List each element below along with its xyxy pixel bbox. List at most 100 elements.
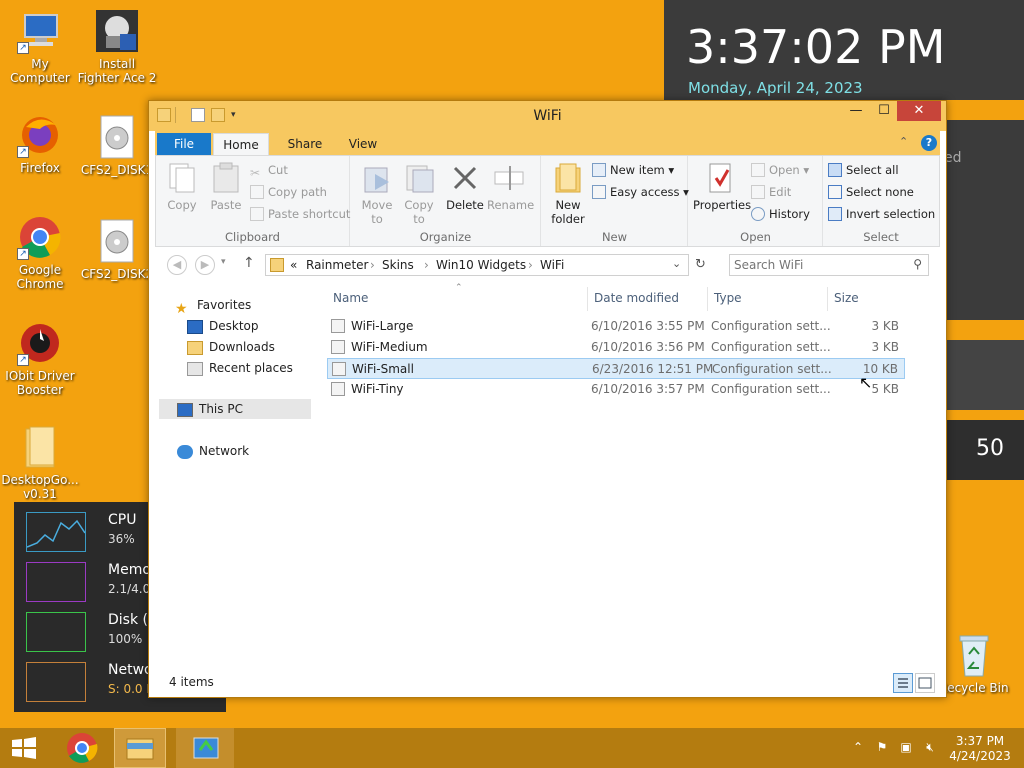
paste-shortcut-icon (250, 207, 264, 221)
taskbar-chrome[interactable] (56, 728, 108, 768)
history-button[interactable]: History (751, 204, 810, 224)
paste-shortcut-button[interactable]: Paste shortcut (250, 204, 350, 224)
address-row: ◀ ▶ ▾ ↑ « Rainmeter › Skins › Win10 Widg… (155, 251, 940, 279)
column-divider[interactable] (707, 287, 708, 311)
my-computer-shortcut[interactable]: ↗ My Computer (0, 8, 80, 85)
shortcut-arrow-icon: ↗ (17, 354, 29, 366)
taskbar-app[interactable] (176, 728, 234, 768)
cfs2-disk2-file[interactable]: CFS2_DISK2 (77, 218, 157, 281)
desktopgoose-folder[interactable]: DesktopGo... v0.31 (0, 424, 80, 501)
tab-file[interactable]: File (157, 133, 211, 155)
details-view-button[interactable] (893, 673, 913, 693)
title-bar[interactable]: ▾ WiFi — ☐ ✕ (149, 101, 946, 131)
cfs2-disk1-file[interactable]: CFS2_DISK1 (77, 114, 157, 177)
tab-view[interactable]: View (335, 133, 391, 155)
new-group: New folder New item ▾ Easy access ▾ New (542, 156, 689, 246)
collapse-ribbon-icon[interactable]: ⌃ (899, 135, 908, 148)
column-header-date[interactable]: Date modified (594, 291, 679, 305)
new-folder-button[interactable]: New folder (546, 162, 590, 226)
file-type: Configuration sett... (712, 362, 832, 376)
config-file-icon (331, 382, 345, 396)
file-name: WiFi-Medium (351, 340, 428, 354)
google-chrome-shortcut[interactable]: ↗ Google Chrome (0, 214, 80, 291)
action-center-flag-icon[interactable]: ⚑ (874, 740, 890, 756)
address-bar[interactable]: « Rainmeter › Skins › Win10 Widgets › Wi… (265, 254, 689, 276)
edit-button[interactable]: Edit (751, 182, 791, 202)
invert-selection-label: Invert selection (846, 207, 936, 221)
close-button[interactable]: ✕ (897, 101, 941, 121)
breadcrumb-wifi[interactable]: WiFi (540, 258, 564, 272)
forward-button[interactable]: ▶ (195, 255, 215, 275)
network-tray-icon[interactable]: ▣ (898, 740, 914, 756)
search-icon[interactable]: ⚲ (913, 257, 922, 271)
maximize-button[interactable]: ☐ (871, 101, 897, 121)
copy-to-button[interactable]: Copy to (397, 162, 441, 226)
nav-label: This PC (199, 402, 243, 416)
nav-network[interactable]: Network (177, 441, 249, 461)
invert-selection-button[interactable]: Invert selection (828, 204, 935, 224)
column-header-name[interactable]: Name (333, 291, 368, 305)
firefox-shortcut[interactable]: ↗ Firefox (0, 112, 80, 175)
breadcrumb-win10-widgets[interactable]: Win10 Widgets (436, 258, 526, 272)
column-divider[interactable] (827, 287, 828, 311)
start-button[interactable] (0, 728, 48, 768)
search-input[interactable] (734, 257, 904, 273)
column-header-size[interactable]: Size (834, 291, 859, 305)
search-box[interactable]: ⚲ (729, 254, 929, 276)
nav-favorites[interactable]: ★ Favorites (175, 295, 251, 317)
address-dropdown-icon[interactable]: ⌄ (672, 257, 681, 270)
back-button[interactable]: ◀ (167, 255, 187, 275)
taskbar-file-explorer[interactable] (114, 728, 166, 768)
large-icons-view-button[interactable] (915, 673, 935, 693)
delete-button[interactable]: Delete (443, 162, 487, 212)
install-fighter-ace-shortcut[interactable]: Install Fighter Ace 2 (77, 8, 157, 85)
help-icon[interactable]: ? (921, 135, 937, 151)
file-row[interactable]: WiFi-Large 6/10/2016 3:55 PM Configurati… (327, 316, 905, 337)
copy-icon (166, 162, 198, 194)
nav-desktop[interactable]: Desktop (187, 316, 259, 336)
file-name: WiFi-Tiny (351, 382, 404, 396)
file-row-selected[interactable]: WiFi-Small 6/23/2016 12:51 PM Configurat… (327, 358, 905, 379)
refresh-icon[interactable]: ↻ (695, 257, 706, 272)
properties-icon (704, 162, 736, 194)
nav-this-pc[interactable]: This PC (159, 399, 311, 419)
nav-downloads[interactable]: Downloads (187, 337, 275, 357)
minimize-button[interactable]: — (843, 101, 869, 121)
group-label: Open (740, 230, 771, 244)
breadcrumb-rainmeter[interactable]: Rainmeter (306, 258, 368, 272)
copy-button[interactable]: Copy (160, 162, 204, 212)
iobit-driver-booster-shortcut[interactable]: ↗ IObit Driver Booster (0, 320, 80, 397)
move-to-button[interactable]: Move to (355, 162, 399, 226)
new-item-button[interactable]: New item ▾ (592, 160, 674, 180)
address-overflow[interactable]: « (290, 258, 297, 272)
recent-locations-dropdown[interactable]: ▾ (221, 257, 226, 267)
easy-access-button[interactable]: Easy access ▾ (592, 182, 689, 202)
column-header-type[interactable]: Type (714, 291, 742, 305)
nav-recent-places[interactable]: Recent places (187, 358, 293, 378)
open-label: Open (769, 163, 800, 177)
paste-shortcut-label: Paste shortcut (268, 207, 351, 221)
tab-home[interactable]: Home (213, 133, 269, 155)
open-button[interactable]: Open ▾ (751, 160, 809, 180)
rename-button[interactable]: Rename (487, 162, 534, 212)
volume-muted-icon[interactable]: 🔇︎ (922, 740, 938, 756)
tab-share[interactable]: Share (277, 133, 333, 155)
properties-button[interactable]: Properties (693, 162, 751, 212)
file-row[interactable]: WiFi-Tiny 6/10/2016 3:57 PM Configuratio… (327, 379, 905, 400)
widget-value: 50 (976, 436, 1004, 461)
file-row[interactable]: WiFi-Medium 6/10/2016 3:56 PM Configurat… (327, 337, 905, 358)
up-arrow-icon[interactable]: ↑ (243, 255, 255, 271)
select-none-button[interactable]: Select none (828, 182, 914, 202)
show-hidden-icons[interactable]: ⌃ (850, 740, 866, 756)
column-divider[interactable] (587, 287, 588, 311)
select-all-button[interactable]: Select all (828, 160, 899, 180)
file-date: 6/10/2016 3:57 PM (591, 382, 705, 396)
sort-ascending-icon: ⌃ (455, 283, 463, 293)
select-group: Select all Select none Invert selection … (824, 156, 938, 246)
copy-path-button[interactable]: Copy path (250, 182, 327, 202)
cut-button[interactable]: ✂ Cut (250, 160, 288, 180)
tray-clock[interactable]: 3:37 PM 4/24/2023 (940, 734, 1020, 764)
paste-button[interactable]: Paste (204, 162, 248, 212)
breadcrumb-separator: › (424, 258, 429, 272)
breadcrumb-skins[interactable]: Skins (382, 258, 414, 272)
